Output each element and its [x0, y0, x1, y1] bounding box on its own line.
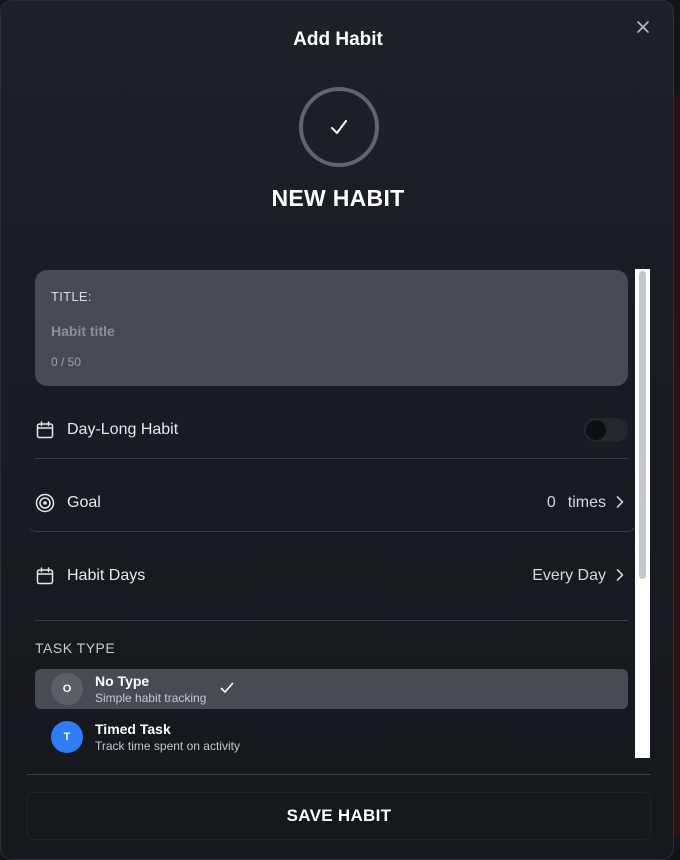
task-type-section-label: TASK TYPE	[35, 640, 116, 656]
goal-row[interactable]: Goal 0 times	[35, 475, 628, 531]
calendar-icon	[35, 420, 55, 440]
title-field-label: TITLE:	[51, 289, 92, 304]
task-type-name: Timed Task	[95, 721, 171, 737]
add-habit-modal: Add Habit NEW HABIT TITLE: 0 / 50 Day-Lo…	[0, 0, 674, 860]
task-type-option-timed-task[interactable]: T Timed Task Track time spent on activit…	[35, 717, 628, 757]
timed-task-badge-icon: T	[51, 721, 83, 753]
hero-check-circle	[299, 87, 379, 167]
toggle-knob	[586, 420, 606, 440]
scrollbar-thumb[interactable]	[639, 271, 646, 579]
goal-unit: times	[567, 494, 606, 511]
habit-title-input[interactable]	[51, 320, 611, 342]
footer-divider	[27, 774, 651, 775]
divider	[35, 458, 628, 459]
target-icon	[35, 493, 55, 513]
modal-title: Add Habit	[293, 29, 383, 50]
task-type-option-no-type[interactable]: O No Type Simple habit tracking	[35, 669, 628, 709]
task-type-description: Simple habit tracking	[95, 691, 207, 705]
divider	[35, 620, 628, 621]
day-long-habit-label: Day-Long Habit	[67, 421, 179, 438]
goal-label: Goal	[67, 494, 101, 511]
habit-days-value: Every Day	[532, 567, 606, 584]
chevron-right-icon	[616, 568, 624, 584]
chevron-right-icon	[616, 495, 624, 511]
title-char-counter: 0 / 50	[51, 355, 82, 369]
task-type-description: Track time spent on activity	[95, 739, 240, 753]
goal-value: 0	[546, 494, 556, 511]
form-scroll-area[interactable]: TITLE: 0 / 50 Day-Long Habit	[27, 269, 653, 759]
task-type-name: No Type	[95, 673, 150, 689]
calendar-icon	[35, 566, 55, 586]
selected-check-icon	[220, 681, 234, 697]
title-field-card: TITLE: 0 / 50	[35, 270, 628, 386]
save-habit-button[interactable]: SAVE HABIT	[27, 792, 651, 840]
no-type-badge-icon: O	[51, 673, 83, 705]
day-long-habit-toggle[interactable]	[584, 418, 628, 442]
checkmark-icon	[331, 120, 347, 134]
habit-days-label: Habit Days	[67, 567, 146, 584]
hero-title: NEW HABIT	[271, 185, 405, 211]
habit-days-row[interactable]: Habit Days Every Day	[35, 548, 628, 604]
day-long-habit-row: Day-Long Habit	[35, 402, 628, 458]
